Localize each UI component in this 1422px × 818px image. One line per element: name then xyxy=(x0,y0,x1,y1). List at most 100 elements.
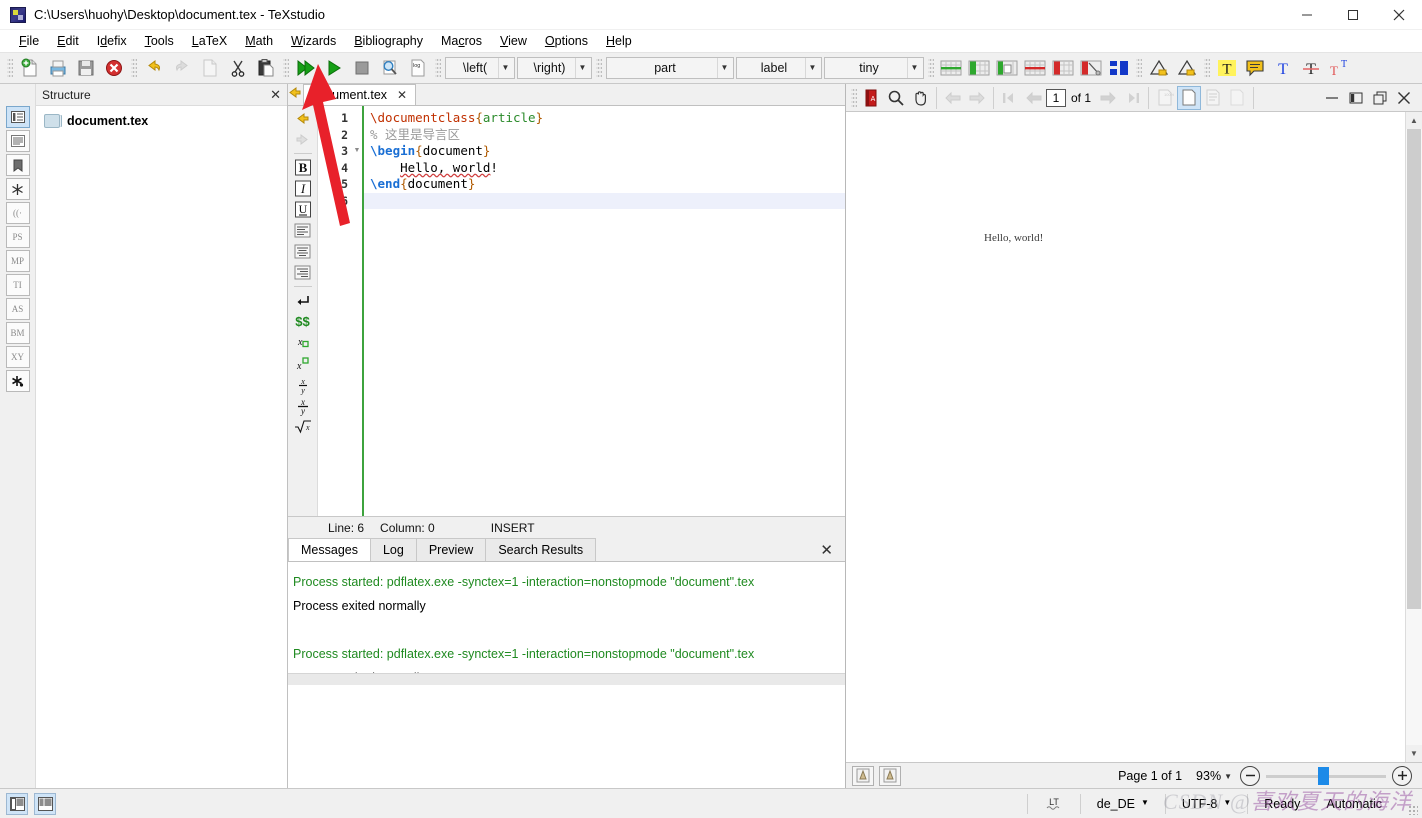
continuous-scroll-icon[interactable] xyxy=(1201,86,1225,110)
fontsize-combo[interactable]: tiny ▼ xyxy=(824,57,924,79)
messages-output[interactable]: Process started: pdflatex.exe -synctex=1… xyxy=(288,562,845,673)
next-page-icon[interactable] xyxy=(1096,86,1120,110)
remove-column-icon[interactable] xyxy=(1077,54,1105,82)
as-symbols-icon[interactable]: AS xyxy=(5,298,30,320)
maximize-button[interactable] xyxy=(1330,0,1376,30)
editor-tab-document[interactable]: document.tex ✕ xyxy=(303,84,417,105)
menu-edit[interactable]: Edit xyxy=(48,32,88,50)
open-file-icon[interactable] xyxy=(44,54,72,82)
zoom-slider-thumb[interactable] xyxy=(1318,766,1329,785)
add-column-icon[interactable] xyxy=(993,54,1021,82)
strikeout-text-icon[interactable]: T xyxy=(1297,54,1325,82)
fit-width-icon[interactable]: 100% xyxy=(1153,86,1177,110)
menu-latex[interactable]: LaTeX xyxy=(183,32,236,50)
bookmarks-icon[interactable] xyxy=(5,154,30,176)
math-mode-icon[interactable]: $$ xyxy=(291,311,315,332)
toolbar-grip-8[interactable] xyxy=(1204,57,1210,79)
menu-view[interactable]: View xyxy=(491,32,536,50)
close-file-icon[interactable] xyxy=(100,54,128,82)
single-page-icon[interactable] xyxy=(1225,86,1249,110)
panel-close-icon[interactable] xyxy=(1392,86,1416,110)
layout-left-panel-icon[interactable] xyxy=(6,792,28,815)
reference-combo[interactable]: label ▼ xyxy=(736,57,822,79)
bm-symbols-icon[interactable]: BM xyxy=(5,322,30,344)
panel-dock-icon[interactable] xyxy=(1344,86,1368,110)
toolbar-grip-3[interactable] xyxy=(283,57,289,79)
menu-macros[interactable]: Macros xyxy=(432,32,491,50)
superscript-text-icon[interactable]: T T xyxy=(1325,54,1353,82)
newline-icon[interactable] xyxy=(291,290,315,311)
close-button[interactable] xyxy=(1376,0,1422,30)
structure-tree[interactable]: document.tex xyxy=(36,106,287,788)
viewer-toolbar-grip[interactable] xyxy=(851,86,857,109)
fit-text-width-button[interactable] xyxy=(879,765,901,786)
row-icon[interactable] xyxy=(1021,54,1049,82)
paste-icon[interactable] xyxy=(252,54,280,82)
language-selector[interactable]: de_DE ▼ xyxy=(1089,797,1157,811)
editor-tab-close-icon[interactable]: ✕ xyxy=(397,88,407,102)
last-page-icon[interactable] xyxy=(1120,86,1144,110)
save-file-icon[interactable] xyxy=(72,54,100,82)
compile-icon[interactable] xyxy=(320,54,348,82)
scrollbar-track[interactable] xyxy=(1406,129,1422,745)
pdf-document-icon[interactable]: A xyxy=(860,86,884,110)
navigate-forward-icon[interactable] xyxy=(965,86,989,110)
fold-toggle-icon[interactable]: ▼ xyxy=(352,143,362,160)
menu-math[interactable]: Math xyxy=(236,32,282,50)
sort-icon[interactable] xyxy=(1105,54,1133,82)
menu-tools[interactable]: Tools xyxy=(136,32,183,50)
zoom-in-button[interactable] xyxy=(1392,765,1412,786)
cut-icon[interactable] xyxy=(224,54,252,82)
spellcheck-indicator[interactable]: LT xyxy=(1036,795,1072,813)
pdf-page[interactable]: Hello, world! xyxy=(846,112,1405,762)
undo-icon[interactable] xyxy=(140,54,168,82)
resize-grip[interactable] xyxy=(1408,805,1418,815)
underline-icon[interactable]: U xyxy=(291,199,315,220)
build-and-view-icon[interactable] xyxy=(292,54,320,82)
view-log-icon[interactable]: log xyxy=(404,54,432,82)
menu-idefix[interactable]: Idefix xyxy=(88,32,136,50)
superscript-icon[interactable]: x xyxy=(291,353,315,374)
menu-options[interactable]: Options xyxy=(536,32,597,50)
back-arrow-icon[interactable] xyxy=(291,108,315,129)
tab-scroll-back-icon[interactable] xyxy=(288,83,301,105)
symbols-icon[interactable] xyxy=(5,178,30,200)
toolbar-grip[interactable] xyxy=(7,57,13,79)
minimize-button[interactable] xyxy=(1284,0,1330,30)
panel-float-icon[interactable] xyxy=(1368,86,1392,110)
messages-close-icon[interactable]: ✕ xyxy=(820,541,833,559)
blue-text-icon[interactable]: T xyxy=(1269,54,1297,82)
editor-text-area[interactable]: \documentclass{article} % 这里是导言区 \begin{… xyxy=(362,106,845,516)
structure-root-item[interactable]: document.tex xyxy=(36,112,287,130)
structure-view-icon[interactable] xyxy=(5,106,30,128)
italic-icon[interactable]: I xyxy=(291,178,315,199)
tab-messages[interactable]: Messages xyxy=(288,538,371,561)
align-left-icon[interactable] xyxy=(291,220,315,241)
toolbar-grip-5[interactable] xyxy=(596,57,602,79)
menu-wizards[interactable]: Wizards xyxy=(282,32,345,50)
redo-icon[interactable] xyxy=(168,54,196,82)
messages-horizontal-scrollbar[interactable] xyxy=(288,673,845,685)
section-combo[interactable]: part ▼ xyxy=(606,57,734,79)
zoom-out-button[interactable] xyxy=(1240,765,1260,786)
ti-symbols-icon[interactable]: TI xyxy=(5,274,30,296)
chevron-down-icon[interactable]: ▼ xyxy=(1224,772,1232,781)
forward-arrow-icon[interactable] xyxy=(291,129,315,150)
fit-page-icon[interactable] xyxy=(1177,85,1202,110)
view-pdf-icon[interactable] xyxy=(376,54,404,82)
scroll-down-icon[interactable]: ▼ xyxy=(1406,745,1422,762)
stop-icon[interactable] xyxy=(348,54,376,82)
previous-page-icon[interactable] xyxy=(1022,86,1046,110)
document-outline-icon[interactable] xyxy=(5,130,30,152)
highlight-text-icon[interactable]: T xyxy=(1213,54,1241,82)
delete-column-icon[interactable] xyxy=(1049,54,1077,82)
custom-symbols-icon[interactable] xyxy=(5,370,30,392)
first-page-icon[interactable] xyxy=(998,86,1022,110)
insert-triangle-icon[interactable] xyxy=(1145,54,1173,82)
hand-tool-icon[interactable] xyxy=(908,86,932,110)
delimiters-icon[interactable]: ((· xyxy=(5,202,30,224)
insert-column-icon[interactable] xyxy=(965,54,993,82)
toolbar-grip-2[interactable] xyxy=(131,57,137,79)
copy-icon[interactable] xyxy=(196,54,224,82)
left-delimiter-combo[interactable]: \left( ▼ xyxy=(445,57,515,79)
